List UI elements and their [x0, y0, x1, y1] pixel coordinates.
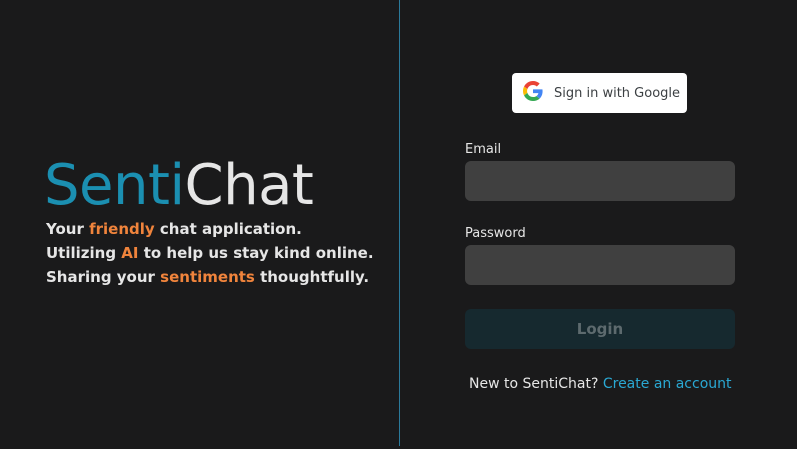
create-account-link[interactable]: Create an account: [603, 376, 732, 392]
password-input[interactable]: [465, 245, 735, 285]
tagline-highlight-sentiments: sentiments: [160, 268, 255, 286]
signup-prompt-text: New to SentiChat?: [469, 376, 603, 392]
email-label: Email: [465, 142, 502, 157]
google-sign-in-button[interactable]: Sign in with Google: [512, 73, 687, 113]
login-button[interactable]: Login: [465, 309, 735, 349]
tagline-highlight-friendly: friendly: [89, 220, 155, 238]
google-sign-in-label: Sign in with Google: [554, 85, 681, 101]
email-input[interactable]: [465, 161, 735, 201]
vertical-divider: [399, 0, 400, 446]
brand-name-part2: Chat: [184, 153, 314, 218]
login-page: SentiChat Your friendly chat application…: [0, 0, 797, 449]
tagline-line-3: Sharing your sentiments thoughtfully.: [46, 268, 370, 286]
tagline-line-1: Your friendly chat application.: [46, 220, 302, 238]
brand-logo-text: SentiChat: [44, 153, 314, 218]
tagline-highlight-ai: AI: [121, 244, 139, 262]
brand-name-part1: Senti: [44, 153, 185, 218]
google-g-icon: [523, 81, 543, 105]
signup-prompt: New to SentiChat? Create an account: [469, 376, 732, 392]
tagline: Your friendly chat application. Utilizin…: [46, 217, 374, 289]
password-label: Password: [465, 226, 526, 241]
tagline-line-2: Utilizing AI to help us stay kind online…: [46, 244, 374, 262]
